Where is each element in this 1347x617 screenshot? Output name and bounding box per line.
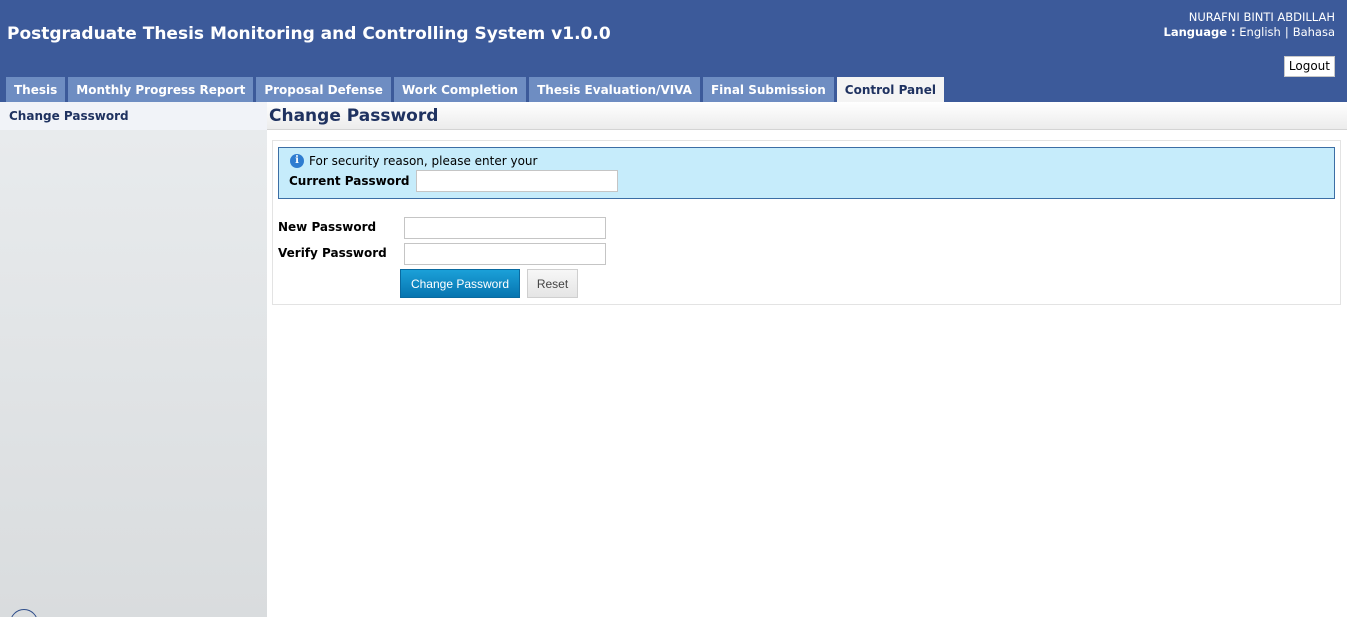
tab-control-panel[interactable]: Control Panel: [836, 77, 944, 102]
page-title: Change Password: [269, 106, 439, 126]
current-password-input[interactable]: [416, 170, 618, 192]
change-password-form: i For security reason, please enter your…: [272, 140, 1341, 305]
app-title: Postgraduate Thesis Monitoring and Contr…: [7, 24, 611, 44]
user-info: NURAFNI BINTI ABDILLAH Language : Englis…: [1164, 10, 1335, 40]
logout-button[interactable]: Logout: [1283, 56, 1335, 77]
language-separator: |: [1284, 25, 1289, 39]
verify-password-label: Verify Password: [278, 246, 387, 260]
new-password-label: New Password: [278, 220, 377, 234]
sidebar-item-change-password[interactable]: Change Password: [0, 102, 267, 130]
tab-thesis-evaluation-viva[interactable]: Thesis Evaluation/VIVA: [529, 77, 700, 102]
scroll-circle-icon: [10, 609, 38, 617]
language-label: Language :: [1163, 25, 1236, 39]
reset-button[interactable]: Reset: [527, 269, 578, 298]
content-header: Change Password: [267, 102, 1347, 130]
tab-final-submission[interactable]: Final Submission: [702, 77, 834, 102]
tab-work-completion[interactable]: Work Completion: [393, 77, 527, 102]
verify-password-input[interactable]: [404, 243, 606, 265]
app-header: Postgraduate Thesis Monitoring and Contr…: [0, 0, 1347, 102]
security-info-text: For security reason, please enter your: [309, 154, 538, 168]
new-password-input[interactable]: [404, 217, 606, 239]
language-switcher: Language : English | Bahasa: [1164, 25, 1335, 40]
security-info-box: i For security reason, please enter your…: [278, 147, 1335, 199]
tab-thesis[interactable]: Thesis: [6, 77, 66, 102]
user-name: NURAFNI BINTI ABDILLAH: [1188, 10, 1335, 24]
current-password-label: Current Password: [289, 174, 410, 188]
tab-monthly-progress-report[interactable]: Monthly Progress Report: [68, 77, 254, 102]
info-icon: i: [290, 154, 304, 168]
language-bahasa-link[interactable]: Bahasa: [1293, 25, 1335, 39]
main-tabs: Thesis Monthly Progress Report Proposal …: [6, 77, 947, 102]
tab-proposal-defense[interactable]: Proposal Defense: [256, 77, 391, 102]
sidebar: Change Password: [0, 102, 267, 617]
change-password-button[interactable]: Change Password: [400, 269, 520, 298]
language-english-link[interactable]: English: [1239, 25, 1281, 39]
